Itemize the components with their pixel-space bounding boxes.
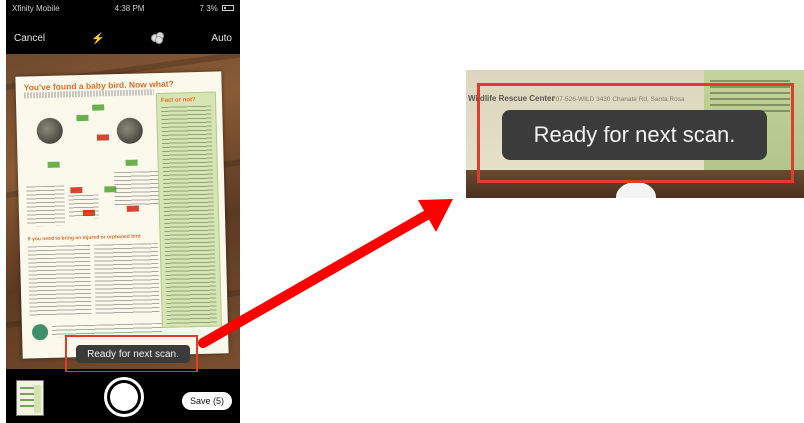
auto-capture-toggle[interactable]: Auto <box>211 33 232 44</box>
battery-icon <box>222 5 234 12</box>
flow-tag <box>96 134 110 141</box>
fact-sidebar-text <box>161 105 217 327</box>
document-text <box>27 244 92 317</box>
document-callout: If you need to bring an injured or orpha… <box>27 233 141 243</box>
camera-bottom-bar: Save (5) <box>6 372 240 423</box>
document-text <box>93 243 160 315</box>
battery-indicator: 7 3% <box>200 4 234 13</box>
scan-thumbnail[interactable] <box>16 380 44 416</box>
phone-screen: Xfinity Mobile 4:38 PM 7 3% Cancel ⚡ Aut… <box>6 0 240 423</box>
flow-tag <box>92 104 105 111</box>
save-button[interactable]: Save (5) <box>182 392 232 410</box>
document-text <box>113 171 159 207</box>
cancel-button[interactable]: Cancel <box>14 33 45 44</box>
battery-percent: 7 3% <box>199 3 218 13</box>
arrow-head <box>418 199 453 232</box>
shutter-button[interactable] <box>104 377 144 417</box>
flow-tag <box>47 161 60 168</box>
bird-photo <box>116 117 144 145</box>
bird-photo <box>36 117 64 145</box>
stage: Xfinity Mobile 4:38 PM 7 3% Cancel ⚡ Aut… <box>0 0 804 423</box>
flow-tag <box>70 187 83 194</box>
rescue-center-logo <box>31 323 49 341</box>
time-label: 4:38 PM <box>114 3 145 13</box>
carrier-label: Xfinity Mobile <box>12 3 60 13</box>
flow-tag <box>76 114 89 122</box>
fact-sidebar-title: Fact or not? <box>160 97 196 104</box>
filter-icon[interactable] <box>151 32 165 44</box>
fact-sidebar: Fact or not? <box>155 91 222 328</box>
camera-viewfinder: You've found a baby bird. Now what? Fact… <box>6 54 240 369</box>
flash-icon[interactable]: ⚡ <box>91 32 105 45</box>
document-text <box>68 194 100 220</box>
scan-status-toast: Ready for next scan. <box>76 345 190 363</box>
scanned-document: You've found a baby bird. Now what? Fact… <box>15 71 229 359</box>
camera-toolbar: Cancel ⚡ Auto <box>6 28 240 48</box>
document-text <box>26 185 66 227</box>
zoomed-highlight-box <box>477 83 794 183</box>
flow-tag <box>125 159 138 166</box>
status-bar: Xfinity Mobile 4:38 PM 7 3% <box>6 0 240 16</box>
flow-tag <box>126 205 139 212</box>
